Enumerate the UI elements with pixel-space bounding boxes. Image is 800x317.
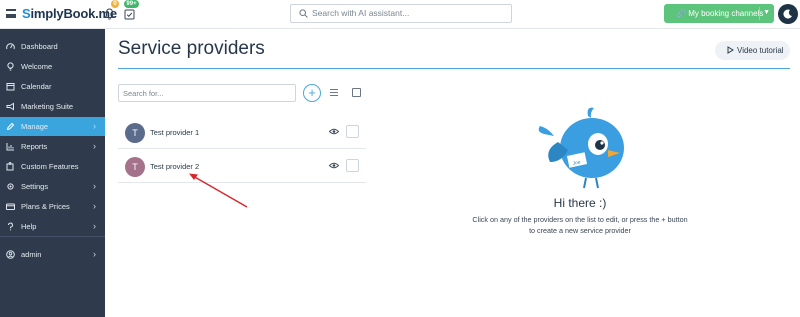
sidebar-item-label: Help bbox=[21, 222, 37, 231]
provider-search-placeholder: Search for... bbox=[123, 89, 164, 98]
sidebar-item-admin[interactable]: admin › bbox=[0, 245, 105, 264]
bell-icon[interactable] bbox=[104, 8, 115, 20]
dark-mode-toggle[interactable] bbox=[778, 4, 798, 24]
moon-icon bbox=[783, 9, 792, 19]
user-icon bbox=[6, 250, 15, 259]
chevron-right-icon: › bbox=[93, 141, 96, 151]
gear-icon bbox=[7, 183, 14, 190]
sidebar-item-label: Manage bbox=[21, 122, 49, 131]
sidebar-item-label: Calendar bbox=[21, 82, 52, 91]
logo[interactable]: SimplyBook.me bbox=[22, 6, 117, 21]
annotation-arrow bbox=[189, 173, 248, 208]
tasks-badge: 99+ bbox=[124, 0, 139, 8]
provider-checkbox[interactable] bbox=[346, 159, 359, 172]
sidebar-item-label: Welcome bbox=[21, 62, 53, 71]
chart-icon bbox=[6, 143, 14, 151]
notification-badge: 0 bbox=[111, 0, 119, 8]
bulb-icon bbox=[7, 62, 14, 71]
help-icon bbox=[8, 222, 13, 231]
dashboard-icon bbox=[6, 43, 15, 50]
sidebar-item-welcome[interactable]: Welcome bbox=[0, 57, 105, 76]
add-provider-button[interactable]: + bbox=[303, 84, 321, 102]
sidebar-item-label: Reports bbox=[21, 142, 48, 151]
ai-search-input[interactable]: Search with AI assistant... bbox=[290, 4, 512, 23]
sidebar-item-marketing-suite[interactable]: Marketing Suite bbox=[0, 97, 105, 116]
sidebar-item-calendar[interactable]: Calendar bbox=[0, 77, 105, 96]
empty-state-description: Click on any of the providers on the lis… bbox=[472, 215, 688, 235]
calendar-icon bbox=[6, 83, 15, 91]
sidebar-item-custom-features[interactable]: Custom Features bbox=[0, 157, 105, 176]
chevron-right-icon: › bbox=[93, 181, 96, 191]
chevron-right-icon: › bbox=[93, 201, 96, 211]
search-icon bbox=[299, 9, 308, 18]
booking-channels-label: 🔗 My booking channels bbox=[676, 9, 764, 18]
sidebar-item-label: admin bbox=[21, 250, 42, 259]
sidebar-item-reports[interactable]: Reports › bbox=[0, 137, 105, 156]
sidebar-divider bbox=[0, 236, 105, 237]
video-tutorial-button[interactable]: Video tutorial bbox=[715, 41, 790, 60]
play-icon bbox=[727, 46, 734, 54]
pencil-icon bbox=[6, 122, 15, 131]
search-placeholder: Search with AI assistant... bbox=[312, 8, 410, 18]
avatar: T bbox=[125, 123, 145, 143]
sidebar-item-label: Settings bbox=[21, 182, 49, 191]
sidebar: Dashboard Welcome Calendar Marketing Sui… bbox=[0, 29, 105, 317]
sidebar-item-manage[interactable]: Manage › bbox=[0, 117, 105, 136]
eye-icon[interactable] bbox=[329, 162, 339, 169]
avatar: T bbox=[125, 157, 145, 177]
sidebar-item-label: Dashboard bbox=[21, 42, 58, 51]
provider-row[interactable]: T Test provider 1 bbox=[118, 116, 366, 149]
booking-channels-button[interactable]: 🔗 My booking channels ▼ bbox=[664, 4, 774, 23]
eye-icon[interactable] bbox=[329, 128, 339, 135]
provider-checkbox[interactable] bbox=[346, 125, 359, 138]
provider-name: Test provider 1 bbox=[150, 128, 200, 137]
video-tutorial-label: Video tutorial bbox=[737, 46, 784, 55]
tasks-icon[interactable] bbox=[124, 8, 135, 20]
list-view-icon[interactable] bbox=[330, 89, 338, 96]
booking-channels-text: My booking channels bbox=[688, 9, 764, 18]
bird-mascot-illustration: Joe bbox=[538, 107, 624, 189]
chevron-right-icon: › bbox=[93, 121, 96, 131]
megaphone-icon bbox=[6, 102, 14, 111]
card-icon bbox=[6, 203, 15, 210]
sidebar-item-label: Plans & Prices bbox=[21, 202, 70, 211]
sidebar-item-plans-prices[interactable]: Plans & Prices › bbox=[0, 197, 105, 216]
puzzle-icon bbox=[6, 162, 14, 171]
provider-search-input[interactable]: Search for... bbox=[118, 84, 296, 102]
empty-state-title: Hi there :) bbox=[553, 196, 607, 210]
top-bar: SimplyBook.me 0 99+ Search with AI assis… bbox=[0, 0, 800, 29]
chevron-down-icon[interactable]: ▼ bbox=[763, 9, 770, 16]
hamburger-menu-icon[interactable] bbox=[6, 9, 16, 18]
sidebar-item-settings[interactable]: Settings › bbox=[0, 177, 105, 196]
button-separator bbox=[759, 7, 760, 20]
sidebar-item-label: Custom Features bbox=[21, 162, 79, 171]
chevron-right-icon: › bbox=[93, 221, 96, 231]
title-divider bbox=[118, 68, 790, 69]
page-title: Service providers bbox=[118, 38, 265, 59]
sidebar-item-help[interactable]: Help › bbox=[0, 217, 105, 236]
chevron-right-icon: › bbox=[93, 249, 96, 259]
sidebar-item-label: Marketing Suite bbox=[21, 102, 74, 111]
sidebar-item-dashboard[interactable]: Dashboard bbox=[0, 37, 105, 56]
select-all-icon[interactable] bbox=[352, 88, 361, 97]
